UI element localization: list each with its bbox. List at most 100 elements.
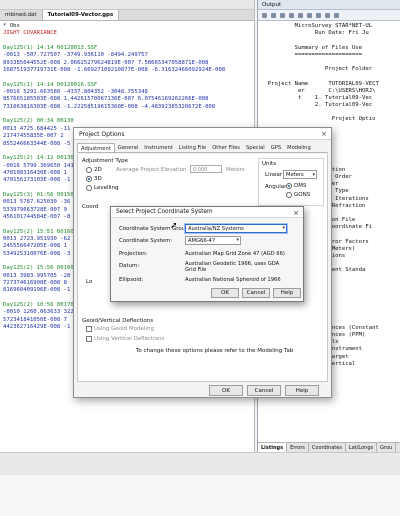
checkbox-label: Using Vertical Deflections bbox=[94, 336, 165, 342]
output-tab[interactable]: Lat/Longs bbox=[346, 443, 378, 452]
units-label: Units bbox=[262, 161, 277, 167]
dialog-title: Project Options bbox=[79, 131, 125, 138]
find-icon[interactable] bbox=[298, 12, 303, 18]
linear-units-select[interactable]: Meters ▾ bbox=[283, 170, 317, 179]
ellipsoid-label: Ellipsoid: bbox=[119, 277, 144, 283]
coordinate-group-select[interactable]: Australia/NZ Systems ▾ bbox=[185, 224, 287, 233]
chevron-down-icon: ▾ bbox=[282, 225, 285, 231]
print-icon[interactable] bbox=[307, 12, 312, 18]
use-geoid-checkbox[interactable]: Using Geoid Modeling bbox=[86, 326, 154, 332]
angular-dms-radio[interactable]: DMS bbox=[286, 183, 306, 189]
code-line: Day125(2) 00:34 00130 bbox=[3, 118, 74, 125]
report-line: Run Date: Fri Ju bbox=[261, 30, 369, 37]
close-icon[interactable]: × bbox=[293, 209, 299, 217]
report-line bbox=[261, 37, 398, 44]
cancel-button[interactable]: Cancel bbox=[242, 288, 270, 298]
editor-header bbox=[0, 0, 254, 10]
chevron-down-icon: ▾ bbox=[236, 237, 239, 243]
output-tab[interactable]: Listings bbox=[258, 443, 288, 452]
code-line: Day125(1) 14:14 00120016.SSF bbox=[3, 81, 98, 88]
local-radio-label: Lo bbox=[86, 279, 93, 285]
code-line: JIGHT COVARIANCE bbox=[3, 30, 57, 37]
code-line: Day125(1) 14:14 00120013.SSF bbox=[3, 45, 98, 52]
editor-tabs: mbined.dat Tutorial09-Vector.gps bbox=[0, 10, 254, 21]
ellipsoid-value: Australian National Spheroid of 1966 bbox=[185, 277, 281, 283]
options-tab[interactable]: Adjustment bbox=[77, 143, 115, 152]
dialog-title-bar: Select Project Coordinate System × bbox=[111, 207, 303, 218]
select-coordinate-system-dialog: Select Project Coordinate System × Coord… bbox=[110, 206, 304, 302]
projection-label: Projection: bbox=[119, 251, 148, 257]
last-icon[interactable] bbox=[289, 12, 294, 18]
mouse-pointer-icon: ➚ bbox=[170, 221, 178, 231]
checkbox-label: Using Geoid Modeling bbox=[94, 326, 154, 332]
options-tab[interactable]: Modeling bbox=[284, 143, 314, 152]
linear-label: Linear bbox=[265, 172, 283, 178]
output-tab[interactable]: Errors bbox=[287, 443, 309, 452]
collapse-icon[interactable] bbox=[325, 12, 330, 18]
datum-value-continued: Grid File bbox=[185, 267, 207, 273]
expand-icon[interactable] bbox=[316, 12, 321, 18]
geoid-group-label: Geoid/Vertical Deflections bbox=[82, 318, 154, 324]
radio-indicator bbox=[86, 167, 92, 173]
code-line: * Obs bbox=[3, 23, 20, 29]
previous-icon[interactable] bbox=[271, 12, 276, 18]
select-value: AMG66-47 bbox=[188, 238, 216, 244]
options-tab[interactable]: Listing File bbox=[176, 143, 209, 152]
approx-elevation-units: Meters bbox=[226, 167, 245, 173]
adjustment-2d-radio[interactable]: 2D bbox=[86, 167, 102, 173]
options-tabs: Adjustment General Instrument Listing File O… bbox=[77, 143, 328, 153]
output-title: Output bbox=[258, 0, 400, 10]
next-icon[interactable] bbox=[280, 12, 285, 18]
adjustment-levelling-radio[interactable]: Levelling bbox=[86, 185, 119, 191]
options-tab[interactable]: Instrument bbox=[141, 143, 176, 152]
close-icon[interactable]: × bbox=[321, 130, 327, 138]
use-vertical-deflections-checkbox[interactable]: Using Vertical Deflections bbox=[86, 336, 164, 342]
options-tab[interactable]: GPS bbox=[268, 143, 284, 152]
code-line: -0016 5291.663580 -4337.804352 -3048.755… bbox=[3, 89, 148, 96]
radio-label: DMS bbox=[294, 183, 307, 189]
radio-label: Levelling bbox=[94, 185, 119, 191]
editor-tab[interactable]: mbined.dat bbox=[0, 10, 43, 20]
coordinate-system-select[interactable]: AMG66-47 ▾ bbox=[185, 236, 241, 245]
code-line: -0013 -507.727507 -3749.936110 -8494.249… bbox=[3, 52, 148, 59]
select-value: Meters bbox=[286, 172, 304, 178]
editor-tab[interactable]: Tutorial09-Vector.gps bbox=[42, 10, 120, 20]
adjustment-3d-radio[interactable]: 3D bbox=[86, 176, 102, 182]
page-footer-area bbox=[0, 474, 400, 516]
first-icon[interactable] bbox=[262, 12, 267, 18]
options-icon[interactable] bbox=[334, 12, 339, 18]
modeling-note: To change these options please refer to … bbox=[136, 348, 294, 354]
ok-button[interactable]: OK bbox=[209, 385, 243, 396]
options-tab[interactable]: General bbox=[115, 143, 141, 152]
output-toolbar bbox=[258, 10, 400, 21]
ok-button[interactable]: OK bbox=[211, 288, 239, 298]
cancel-button[interactable]: Cancel bbox=[247, 385, 281, 396]
options-tab[interactable]: Other Files bbox=[209, 143, 243, 152]
radio-label: 2D bbox=[94, 167, 102, 173]
report-line bbox=[261, 73, 398, 80]
approx-elevation-label: Average Project Elevation bbox=[116, 167, 187, 173]
help-button[interactable]: Help bbox=[273, 288, 301, 298]
dialog-title: Select Project Coordinate System bbox=[116, 209, 213, 215]
help-button[interactable]: Help bbox=[285, 385, 319, 396]
projection-value: Australian Map Grid Zone 47 (AGD 66) bbox=[185, 251, 285, 257]
output-tab[interactable]: Coordinates bbox=[309, 443, 346, 452]
output-tab[interactable]: Grou bbox=[377, 443, 397, 452]
application-window: mbined.dat Tutorial09-Vector.gps * Obs JIG… bbox=[0, 0, 400, 474]
report-line: Project Optio bbox=[261, 116, 376, 123]
report-line: 2. Tutorial09-Vec bbox=[261, 102, 373, 109]
radio-indicator bbox=[286, 183, 292, 189]
units-group: Units Linear Meters ▾ Angular DMS GONS bbox=[258, 158, 324, 206]
angular-label: Angular bbox=[265, 184, 287, 190]
angular-gons-radio[interactable]: GONS bbox=[286, 192, 310, 198]
adjustment-type-label: Adjustment Type bbox=[82, 158, 128, 164]
report-line: t 1. Tutorial09-Vec bbox=[261, 94, 373, 101]
chevron-down-icon: ▾ bbox=[312, 172, 315, 178]
datum-label: Datum: bbox=[119, 263, 140, 269]
coordinate-group-label: Coord bbox=[82, 204, 99, 210]
radio-indicator bbox=[286, 192, 292, 198]
options-tab[interactable]: Special bbox=[243, 143, 268, 152]
approx-elevation-input[interactable]: 0.000 bbox=[190, 165, 222, 173]
radio-indicator bbox=[86, 185, 92, 191]
